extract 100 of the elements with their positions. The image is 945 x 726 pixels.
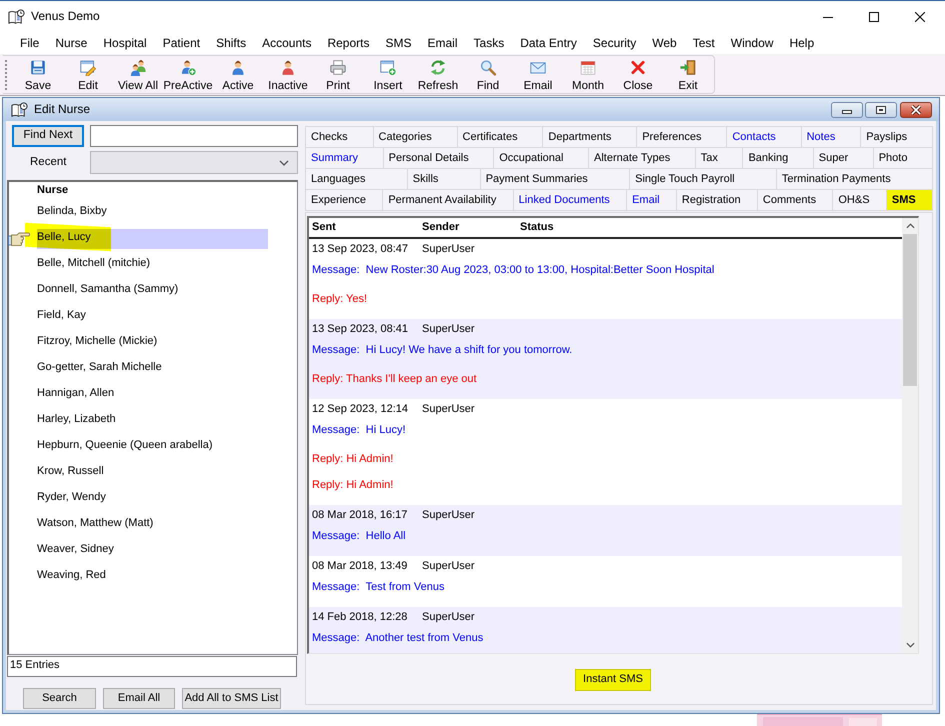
toolbar-button[interactable]: Exit	[663, 56, 713, 93]
tab[interactable]: Experience	[305, 189, 384, 211]
action-button[interactable]: Add All to SMS List	[182, 688, 281, 709]
menu-item[interactable]: File	[12, 32, 48, 54]
sent-time: 13 Sep 2023, 08:41	[312, 322, 410, 337]
nurse-list-item[interactable]: Krow, Russell	[25, 458, 268, 484]
action-button[interactable]: Email All	[103, 688, 175, 709]
action-button[interactable]: Search	[23, 688, 96, 709]
menu-item[interactable]: SMS	[377, 32, 420, 54]
menu-item[interactable]: Security	[584, 32, 644, 54]
nurse-list-item[interactable]: Watson, Matthew (Matt)	[25, 510, 268, 536]
sent-time: 14 Feb 2018, 12:28	[312, 610, 408, 625]
reply-text: Reply: Thanks I'll keep an eye out	[312, 372, 478, 387]
message-text: Message: Test from Venus	[312, 580, 446, 595]
find-next-button[interactable]: Find Next	[12, 125, 84, 147]
nurse-list-item[interactable]: Weaver, Sidney	[25, 536, 268, 562]
book-icon	[11, 102, 28, 118]
menu-item[interactable]: Shifts	[208, 32, 254, 54]
tab[interactable]: Payslips	[860, 126, 933, 148]
nurse-list-item[interactable]: Belinda, Bixby	[25, 198, 268, 224]
menu-item[interactable]: Data Entry	[512, 32, 585, 54]
menu-item[interactable]: Web	[644, 32, 685, 54]
nurse-list-item[interactable]: Belle, Lucy	[25, 224, 268, 250]
toolbar-button[interactable]: Save	[13, 56, 63, 93]
toolbar-button[interactable]: Month	[563, 56, 613, 93]
nurse-list-item[interactable]: Fitzroy, Michelle (Mickie)	[25, 328, 268, 354]
column-header: Sender	[422, 220, 460, 235]
tab[interactable]: Checks	[305, 126, 374, 148]
book-icon	[8, 8, 25, 24]
person-plus-icon	[179, 59, 197, 76]
reply-text: Reply: Hi Admin!	[312, 452, 394, 467]
message-text: Message: Hi Lucy! We have a shift for you tomorrow.	[312, 343, 574, 358]
nurse-list-item[interactable]: Hepburn, Queenie (Queen arabella)	[25, 432, 268, 458]
toolbar-button[interactable]: Inactive	[263, 56, 313, 93]
minimize-button[interactable]	[831, 102, 863, 118]
sender-name: SuperUser	[422, 508, 476, 523]
restore-icon	[876, 106, 886, 114]
entries-count-field: 15 Entries	[7, 656, 297, 677]
toolbar-button[interactable]: Insert	[363, 56, 413, 93]
nurse-list-item[interactable]: Ryder, Wendy	[25, 484, 268, 510]
toolbar-button[interactable]: Refresh	[413, 56, 463, 93]
toolbar-button[interactable]: Email	[513, 56, 563, 93]
restore-button[interactable]	[865, 102, 897, 118]
instant-sms-button[interactable]: Instant SMS	[575, 669, 651, 691]
menu-item[interactable]: Nurse	[47, 32, 96, 54]
chevron-down-icon	[906, 642, 914, 648]
menu-item[interactable]: Hospital	[95, 32, 155, 54]
sender-name: SuperUser	[422, 402, 476, 417]
nurse-list-item[interactable]: Belle, Mitchell (mitchie)	[25, 250, 268, 276]
minimize-icon	[842, 110, 852, 114]
nurse-list-item[interactable]: Harley, Lizabeth	[25, 406, 268, 432]
printer-icon	[329, 59, 347, 76]
sender-name: SuperUser	[422, 559, 476, 574]
toolbar-button[interactable]: Edit	[63, 56, 113, 93]
column-header: Nurse	[36, 183, 70, 198]
menu-item[interactable]: Accounts	[254, 32, 320, 54]
toolbar-button[interactable]: View All	[113, 56, 163, 93]
window-title: Edit Nurse	[34, 102, 90, 117]
nurse-list-item[interactable]: Donnell, Samantha (Sammy)	[25, 276, 268, 302]
nurse-list-item[interactable]: Weaving, Red	[25, 562, 268, 588]
message-text: Message: Another test from Venus	[312, 631, 484, 646]
message-text: Message: Hello All	[312, 529, 407, 544]
window-pencil-icon	[79, 59, 97, 76]
menu-item[interactable]: Patient	[154, 32, 208, 54]
column-header: Status	[520, 220, 554, 235]
reply-text: Reply: Yes!	[312, 292, 368, 307]
message-text: Message: Hi Lucy!	[312, 423, 407, 438]
scrollbar-thumb[interactable]	[903, 234, 917, 386]
menu-item[interactable]: Help	[781, 32, 822, 54]
nurse-list-item[interactable]: Go-getter, Sarah Michelle	[25, 354, 268, 380]
chevron-up-icon	[906, 223, 914, 229]
window-plus-icon	[379, 59, 397, 76]
tab[interactable]: SMS	[886, 189, 933, 211]
menu-item[interactable]: Tasks	[466, 32, 512, 54]
toolbar-button[interactable]: PreActive	[163, 56, 213, 93]
sender-name: SuperUser	[422, 610, 476, 625]
toolbar-button[interactable]: Find	[463, 56, 513, 93]
people-icon	[129, 59, 147, 76]
sender-name: SuperUser	[422, 242, 476, 257]
toolbar-button[interactable]: Close	[613, 56, 663, 93]
menu-item[interactable]: Test	[684, 32, 723, 54]
close-icon	[915, 12, 925, 22]
sent-time: 13 Sep 2023, 08:47	[312, 242, 410, 257]
reply-text: Reply: Hi Admin!	[312, 478, 394, 493]
menu-item[interactable]: Email	[420, 32, 466, 54]
window-title: Venus Demo	[31, 9, 100, 24]
sender-name: SuperUser	[422, 322, 476, 337]
close-button[interactable]	[900, 102, 932, 118]
nurse-list-item[interactable]: Hannigan, Allen	[25, 380, 268, 406]
sent-time: 08 Mar 2018, 13:49	[312, 559, 408, 574]
maximize-icon	[869, 12, 879, 22]
menu-item[interactable]: Window	[722, 32, 782, 54]
close-icon	[629, 59, 647, 76]
scrollbar[interactable]	[902, 218, 918, 653]
menu-item[interactable]: Reports	[319, 32, 378, 54]
nurse-list-item[interactable]: Field, Kay	[25, 302, 268, 328]
toolbar-button[interactable]: Print	[313, 56, 363, 93]
toolbar-button[interactable]: Active	[213, 56, 263, 93]
search-field[interactable]	[90, 125, 298, 147]
sent-time: 12 Sep 2023, 12:14	[312, 402, 410, 417]
